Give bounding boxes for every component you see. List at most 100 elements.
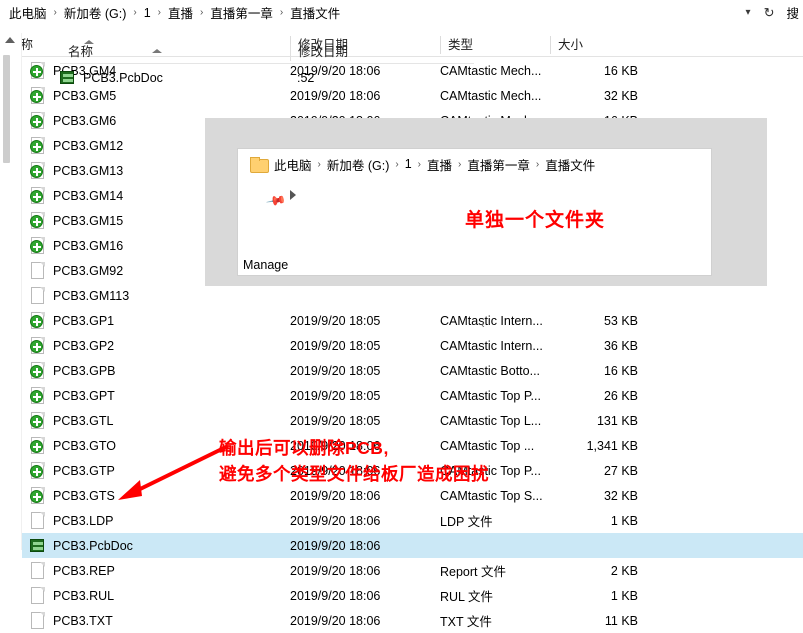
breadcrumb[interactable]: 此电脑 › 新加卷 (G:) › 1 › 直播 › 直播第一章 › 直播文件 [0,0,739,26]
file-name-cell[interactable]: PCB3.LDP [22,512,290,530]
file-name-label: PCB3.GM12 [53,139,123,153]
file-name-cell[interactable]: PCB3.GP1 [22,312,290,330]
table-row[interactable]: PCB3.GP12019/9/20 18:05CAMtastic Intern.… [22,308,803,333]
chevron-right-icon[interactable] [290,190,296,200]
file-size-cell: 1 KB [558,514,638,528]
overlay-file-date: :52 [297,71,314,85]
green-plus-file-icon [30,462,46,480]
breadcrumb-item-5[interactable]: 直播文件 [287,1,343,24]
file-name-cell[interactable]: PCB3.GTL [22,412,290,430]
refresh-icon[interactable]: ↻ [758,5,781,21]
file-type-cell: TXT 文件 [440,611,558,630]
overlay-breadcrumb-separator: › [391,159,402,170]
file-name-label: PCB3.GTP [53,464,115,478]
file-name-label: PCB3.RUL [53,589,114,603]
file-name-label: PCB3.GPT [53,389,115,403]
overlay-column-header-row[interactable]: 名称 修改日期 [60,42,474,64]
breadcrumb-item-3[interactable]: 直播 [165,1,196,24]
table-row[interactable]: PCB3.GPB2019/9/20 18:05CAMtastic Botto..… [22,358,803,383]
annotation-line-1: 输出后可以删除PCB, [219,435,389,460]
green-plus-file-icon [30,237,46,255]
overlay-column-header-date[interactable]: 修改日期 [290,41,450,63]
table-row[interactable]: PCB3.RUL2019/9/20 18:06RUL 文件1 KB [22,583,803,608]
file-name-cell[interactable]: PCB3.GPB [22,362,290,380]
file-type-cell: CAMtastic Intern... [440,339,558,353]
file-name-cell[interactable]: PCB3.GP2 [22,337,290,355]
overlay-breadcrumb-separator: › [414,159,425,170]
address-bar-controls[interactable]: ▾ ↻ 搜 [739,0,803,26]
file-name-cell[interactable]: PCB3.GPT [22,387,290,405]
annotation-folder-note: 单独一个文件夹 [465,205,605,232]
green-plus-file-icon [30,187,46,205]
file-name-label: PCB3.PcbDoc [53,539,133,553]
file-name-label: PCB3.GP1 [53,314,114,328]
green-plus-file-icon [30,62,46,80]
overlay-column-header-name[interactable]: 名称 [60,41,290,63]
file-date-cell: 2019/9/20 18:05 [290,339,440,353]
table-row[interactable]: PCB3.PcbDoc2019/9/20 18:06 [22,533,803,558]
table-row[interactable]: PCB3.REP2019/9/20 18:06Report 文件2 KB [22,558,803,583]
overlay-breadcrumb-item-1[interactable]: 新加卷 (G:) [325,153,392,176]
table-row[interactable]: PCB3.GM113 [22,283,803,308]
blank-file-icon [30,262,46,280]
blank-file-icon [30,562,46,580]
file-date-cell: 2019/9/20 18:05 [290,414,440,428]
table-row[interactable]: PCB3.GPT2019/9/20 18:05CAMtastic Top P..… [22,383,803,408]
file-date-cell: 2019/9/20 18:06 [290,89,440,103]
overlay-back-chevron-icon[interactable]: ‹ [481,319,485,331]
pcbdoc-file-icon [30,537,46,555]
table-row[interactable]: PCB3.TXT2019/9/20 18:06TXT 文件11 KB [22,608,803,633]
file-size-cell: 36 KB [558,339,638,353]
table-row[interactable]: PCB3.GP22019/9/20 18:05CAMtastic Intern.… [22,333,803,358]
file-name-label: PCB3.GM13 [53,164,123,178]
table-row[interactable]: PCB3.GTL2019/9/20 18:05CAMtastic Top L..… [22,408,803,433]
scroll-up-icon[interactable] [5,37,15,43]
file-date-cell: 2019/9/20 18:06 [290,489,440,503]
file-type-cell: CAMtastic Intern... [440,314,558,328]
breadcrumb-separator: › [276,7,287,18]
column-header-size[interactable]: 大小 [550,33,640,57]
file-name-cell[interactable]: PCB3.RUL [22,587,290,605]
breadcrumb-item-0[interactable]: 此电脑 [6,1,50,24]
file-name-label: PCB3.GM15 [53,214,123,228]
green-plus-file-icon [30,387,46,405]
overlay-address-bar[interactable]: ‹ 此电脑 › 新加卷 (G:) › 1 › 直播 › 直播第一章 › 直播文件 [238,149,711,179]
file-size-cell: 2 KB [558,564,638,578]
file-name-label: PCB3.LDP [53,514,113,528]
green-plus-file-icon [30,112,46,130]
chevron-down-icon[interactable]: ▾ [739,7,758,18]
overlay-breadcrumb-item-4[interactable]: 直播第一章 [465,153,532,176]
breadcrumb-item-1[interactable]: 新加卷 (G:) [61,1,130,24]
green-plus-file-icon [30,87,46,105]
file-name-cell[interactable]: PCB3.REP [22,562,290,580]
scrollbar-thumb[interactable] [3,55,10,163]
annotation-arrow-icon [110,438,240,508]
green-plus-file-icon [30,212,46,230]
overlay-list-item[interactable]: PCB3.PcbDoc :52 [60,66,474,90]
vertical-scrollbar[interactable] [0,33,22,550]
breadcrumb-item-4[interactable]: 直播第一章 [207,1,276,24]
file-name-cell[interactable]: PCB3.TXT [22,612,290,630]
file-type-cell: CAMtastic Top ... [440,439,558,453]
green-plus-file-icon [30,312,46,330]
overlay-breadcrumb-separator: › [314,159,325,170]
file-name-label: PCB3.GPB [53,364,116,378]
file-size-cell: 11 KB [558,614,638,628]
breadcrumb-separator: › [50,7,61,18]
overlay-file-name: PCB3.PcbDoc [83,71,297,85]
overlay-breadcrumb-item-2[interactable]: 1 [403,155,414,173]
overlay-breadcrumb-item-3[interactable]: 直播 [425,153,454,176]
overlay-breadcrumb-item-5[interactable]: 直播文件 [543,153,597,176]
file-type-cell: Report 文件 [440,561,558,580]
file-name-label: PCB3.REP [53,564,115,578]
file-name-cell[interactable]: PCB3.GM113 [22,287,290,305]
overlay-breadcrumb-item-0[interactable]: 此电脑 [272,153,314,176]
address-bar[interactable]: 此电脑 › 新加卷 (G:) › 1 › 直播 › 直播第一章 › 直播文件 ▾… [0,0,803,26]
breadcrumb-item-2[interactable]: 1 [141,4,154,22]
file-date-cell: 2019/9/20 18:06 [290,589,440,603]
file-name-cell[interactable]: PCB3.PcbDoc [22,537,290,555]
file-date-cell: 2019/9/20 18:06 [290,614,440,628]
search-input[interactable]: 搜 [780,3,799,22]
green-plus-file-icon [30,137,46,155]
table-row[interactable]: PCB3.LDP2019/9/20 18:06LDP 文件1 KB [22,508,803,533]
